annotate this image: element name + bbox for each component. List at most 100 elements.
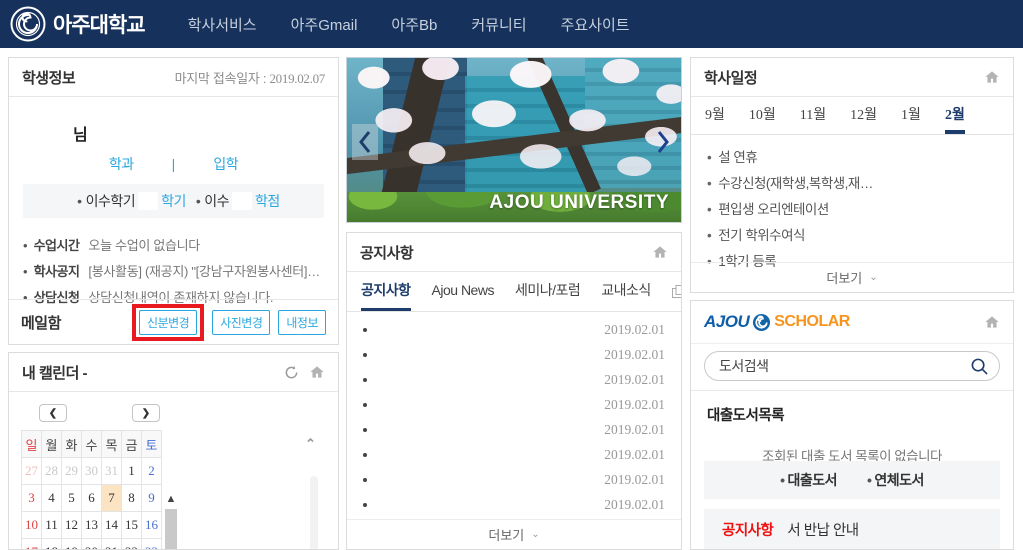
calendar-day[interactable]: 15	[122, 512, 142, 539]
calendar-day[interactable]: 7	[102, 485, 122, 512]
library-notice-tag[interactable]: 공지사항	[722, 519, 773, 540]
calendar-day[interactable]: 19	[62, 539, 82, 550]
library-notice-text[interactable]: 서 반납 안내	[787, 519, 858, 540]
calendar-day[interactable]: 3	[22, 485, 42, 512]
calendar-day[interactable]: 30	[82, 458, 102, 485]
carousel-next-arrow[interactable]	[650, 124, 676, 160]
month-tab-9월[interactable]: 9월	[705, 97, 725, 134]
notice-item[interactable]: 2019.02.01	[363, 467, 665, 492]
refresh-icon[interactable]	[284, 365, 299, 380]
calendar-day[interactable]: 9	[142, 485, 162, 512]
bullet-icon	[363, 478, 367, 482]
notice-item[interactable]: 2019.02.01	[363, 417, 665, 442]
nav-item[interactable]: 아주Gmail	[291, 14, 358, 35]
loan-link-연체도서[interactable]: 연체도서	[867, 470, 924, 490]
book-search-input[interactable]	[719, 352, 969, 380]
home-icon[interactable]	[984, 69, 1000, 85]
my-calendar-panel: 내 캘린더 - ❮ ❯ 일월화수목금토272829303112345678910…	[8, 352, 339, 550]
search-icon[interactable]	[970, 357, 989, 381]
month-tab-1월[interactable]: 1월	[901, 97, 921, 134]
notices-more-button[interactable]: 더보기⌄	[347, 519, 681, 549]
notice-item[interactable]: 2019.02.01	[363, 367, 665, 392]
home-icon[interactable]	[309, 364, 325, 380]
loan-links: 대출도서 연체도서	[704, 461, 1000, 499]
calendar-day[interactable]: 17	[22, 539, 42, 550]
calendar-day[interactable]: 21	[102, 539, 122, 550]
schedule-item: 수강신청(재학생,복학생,재…	[707, 171, 997, 197]
nav-item[interactable]: 학사서비스	[188, 14, 257, 35]
nav-item[interactable]: 아주Bb	[391, 14, 437, 35]
schedule-more-button[interactable]: 더보기⌄	[691, 262, 1013, 292]
calendar-prev-button[interactable]: ❮	[39, 404, 67, 422]
notice-item[interactable]: 2019.02.01	[363, 342, 665, 367]
calendar-day[interactable]: 2	[142, 458, 162, 485]
profile-button-내정보[interactable]: 내정보	[278, 310, 326, 335]
bullet-icon	[363, 453, 367, 457]
loan-link-대출도서[interactable]: 대출도서	[780, 470, 837, 490]
month-tab-12월[interactable]: 12월	[850, 97, 877, 134]
calendar-day[interactable]: 1	[122, 458, 142, 485]
nav-item[interactable]: 커뮤니티	[471, 14, 526, 35]
book-search-box	[704, 351, 1000, 381]
top-navbar: 아주대학교 학사서비스 아주Gmail 아주Bb 커뮤니티 주요사이트	[0, 0, 1023, 48]
calendar-day[interactable]: 23	[142, 539, 162, 550]
home-icon[interactable]	[984, 314, 1000, 330]
notice-item[interactable]: 2019.02.01	[363, 392, 665, 417]
panel-scroll-up-icon[interactable]: ⌃	[305, 436, 316, 452]
profile-button-신분변경[interactable]: 신분변경	[139, 310, 197, 335]
month-tab-2월[interactable]: 2월	[945, 97, 965, 134]
credit-unit: 학점	[255, 191, 280, 211]
calendar-day[interactable]: 31	[102, 458, 122, 485]
calendar-day[interactable]: 12	[62, 512, 82, 539]
home-icon[interactable]	[652, 244, 668, 260]
credit-label: 이수	[204, 191, 229, 211]
profile-button-사진변경[interactable]: 사진변경	[212, 310, 270, 335]
calendar-day[interactable]: 5	[62, 485, 82, 512]
calendar-day[interactable]: 16	[142, 512, 162, 539]
notice-item[interactable]: 2019.02.01	[363, 442, 665, 467]
notice-tab-Ajou News[interactable]: Ajou News	[432, 272, 494, 311]
mailbox-label[interactable]: 메일함	[21, 312, 61, 333]
library-panel: AJOU SCHOLAR 대출도서목록 조회된 대출 도서 목록이 없습니다 대…	[690, 300, 1014, 550]
carousel-prev-arrow[interactable]	[352, 124, 378, 160]
campus-photo-carousel: AJOU UNIVERSITY	[346, 57, 682, 223]
calendar-day[interactable]: 28	[42, 458, 62, 485]
notice-date: 2019.02.01	[604, 447, 665, 463]
calendar-day[interactable]: 20	[82, 539, 102, 550]
nav-item[interactable]: 주요사이트	[561, 14, 630, 35]
notice-tab-세미나/포럼[interactable]: 세미나/포럼	[515, 272, 580, 311]
schedule-panel-title: 학사일정	[704, 67, 757, 88]
calendar-day[interactable]: 6	[82, 485, 102, 512]
notice-tab-교내소식[interactable]: 교내소식	[601, 272, 651, 311]
open-new-window-icon[interactable]	[672, 272, 682, 311]
calendar-day[interactable]: 11	[42, 512, 62, 539]
notice-item[interactable]: 2019.02.01	[363, 317, 665, 342]
calendar-next-button[interactable]: ❯	[132, 404, 160, 422]
credit-stats: •이수학기학기 •이수학점	[23, 184, 324, 218]
calendar-day[interactable]: 13	[82, 512, 102, 539]
calendar-day[interactable]: 18	[42, 539, 62, 550]
calendar-day[interactable]: 22	[122, 539, 142, 550]
notice-item[interactable]: 2019.02.01	[363, 492, 665, 517]
carousel-caption: AJOU UNIVERSITY	[489, 192, 669, 214]
calendar-day[interactable]: 4	[42, 485, 62, 512]
month-tab-10월[interactable]: 10월	[749, 97, 776, 134]
admission-link[interactable]: 입학	[213, 154, 238, 174]
chevron-down-icon: ⌄	[869, 272, 877, 283]
notice-tab-공지사항[interactable]: 공지사항	[361, 272, 411, 311]
calendar-day[interactable]: 8	[122, 485, 142, 512]
calendar-day[interactable]: 27	[22, 458, 42, 485]
calendar-day[interactable]: 10	[22, 512, 42, 539]
month-tab-11월[interactable]: 11월	[800, 97, 826, 134]
calendar-day[interactable]: 29	[62, 458, 82, 485]
department-link[interactable]: 학과	[109, 154, 134, 174]
calendar-scroll-thumb[interactable]	[165, 509, 177, 550]
notice-list: 2019.02.012019.02.012019.02.012019.02.01…	[347, 312, 681, 517]
scroll-up-arrow-icon[interactable]: ▲	[164, 492, 178, 506]
university-logo[interactable]: 아주대학교	[10, 6, 145, 42]
calendar-day[interactable]: 14	[102, 512, 122, 539]
summary-label: 학사공지	[34, 259, 80, 285]
notice-date: 2019.02.01	[604, 347, 665, 363]
panel-scroll-track[interactable]	[310, 476, 318, 550]
schedule-list: 설 연휴수강신청(재학생,복학생,재…편입생 오리엔테이션전기 학위수여식1학기…	[691, 135, 1013, 275]
